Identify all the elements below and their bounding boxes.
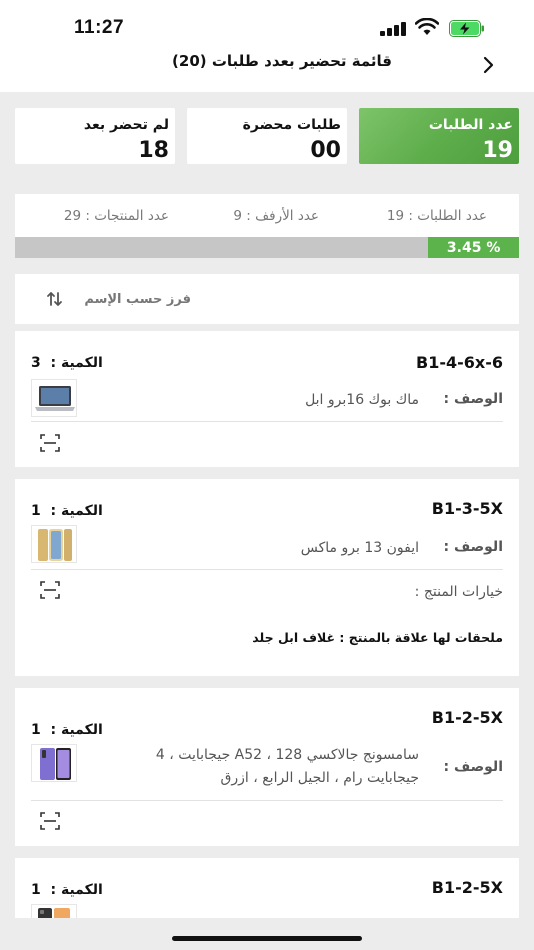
chevron-back-icon[interactable] xyxy=(480,54,498,74)
quantity-value: 1 xyxy=(31,722,41,738)
navigation-bar: قائمة تحضير بعدد طلبات (20) xyxy=(0,50,534,92)
products-count: عدد المنتجات : 29 xyxy=(63,208,169,224)
barcode-scan-icon[interactable] xyxy=(40,434,60,452)
product-card[interactable]: B1-3-5X الكمية : 1 الوصف : ايفون 13 برو … xyxy=(15,479,519,676)
cellular-signal-icon xyxy=(380,22,408,36)
wifi-icon xyxy=(415,18,439,35)
product-quantity: الكمية : 1 xyxy=(31,503,103,519)
product-card[interactable]: B1-2-5X الكمية : 1 xyxy=(15,858,519,918)
sort-label: فرز حسب الإسم xyxy=(84,292,191,307)
product-description: ايفون 13 برو ماكس xyxy=(300,540,419,556)
barcode-scan-icon[interactable] xyxy=(40,581,60,599)
description-label: الوصف : xyxy=(443,759,503,775)
stat-value: 00 xyxy=(310,138,341,163)
product-thumbnail-galaxy[interactable] xyxy=(31,744,77,782)
description-label: الوصف : xyxy=(443,391,503,407)
product-quantity: الكمية : 1 xyxy=(31,882,103,898)
stat-card-not-prepared[interactable]: لم تحضر بعد 18 xyxy=(15,108,175,164)
product-quantity: الكمية : 3 xyxy=(31,355,103,371)
stat-value: 19 xyxy=(482,138,513,163)
product-options-label: خيارات المنتج : xyxy=(414,584,503,600)
stat-label: طلبات محضرة xyxy=(242,117,341,133)
orders-count: عدد الطلبات : 19 xyxy=(386,208,487,224)
quantity-label: الكمية : xyxy=(50,722,103,738)
galaxy-phone-icon xyxy=(40,748,71,780)
shelves-count: عدد الأرفف : 9 xyxy=(233,208,319,224)
product-card[interactable]: B1-4-6x-6 الكمية : 3 الوصف : ماك بوك 16ب… xyxy=(15,331,519,467)
stat-label: لم تحضر بعد xyxy=(83,117,169,133)
divider xyxy=(31,421,503,422)
stat-card-prepared-orders[interactable]: طلبات محضرة 00 xyxy=(187,108,347,164)
stat-value: 18 xyxy=(138,138,169,163)
barcode-scan-icon[interactable] xyxy=(40,812,60,830)
divider xyxy=(31,569,503,570)
phone-icon xyxy=(38,908,70,918)
progress-bar: % 3.45 xyxy=(15,237,519,258)
quantity-label: الكمية : xyxy=(50,503,103,519)
product-thumbnail-iphone[interactable] xyxy=(31,525,77,563)
laptop-icon xyxy=(35,386,75,411)
divider xyxy=(31,800,503,801)
quantity-label: الكمية : xyxy=(50,882,103,898)
product-code: B1-2-5X xyxy=(431,708,503,727)
battery-charging-icon xyxy=(449,20,484,37)
summary-panel: عدد الطلبات : 19 عدد الأرفف : 9 عدد المن… xyxy=(15,194,519,258)
status-bar: 11:27 xyxy=(0,0,534,50)
progress-text: % 3.45 xyxy=(446,239,501,256)
quantity-value: 3 xyxy=(31,355,41,371)
product-thumbnail-phone[interactable] xyxy=(31,904,77,918)
product-accessories: ملحقات لها علاقة بالمنتج : غلاف ابل جلد xyxy=(252,630,503,645)
product-card[interactable]: B1-2-5X الكمية : 1 الوصف : سامسونج جالاك… xyxy=(15,688,519,846)
product-thumbnail-laptop[interactable] xyxy=(31,379,77,417)
stat-card-total-orders[interactable]: عدد الطلبات 19 xyxy=(359,108,519,164)
home-indicator xyxy=(172,936,362,941)
sort-bar[interactable]: فرز حسب الإسم xyxy=(15,274,519,324)
product-quantity: الكمية : 1 xyxy=(31,722,103,738)
page-title: قائمة تحضير بعدد طلبات (20) xyxy=(172,52,392,70)
iphone-icon xyxy=(38,529,72,561)
product-description: سامسونج جالاكسي A52 ، 128 جيجابايت ، 4 ج… xyxy=(155,747,419,786)
product-code: B1-3-5X xyxy=(431,499,503,518)
stat-label: عدد الطلبات xyxy=(428,117,513,133)
quantity-value: 1 xyxy=(31,503,41,519)
product-description: ماك بوك 16برو ابل xyxy=(305,392,419,408)
quantity-label: الكمية : xyxy=(50,355,103,371)
progress-fill: % 3.45 xyxy=(428,237,519,258)
product-code: B1-4-6x-6 xyxy=(416,353,503,372)
status-time: 11:27 xyxy=(74,17,125,38)
product-code: B1-2-5X xyxy=(431,878,503,897)
sort-icon[interactable] xyxy=(47,291,63,307)
description-label: الوصف : xyxy=(443,539,503,555)
quantity-value: 1 xyxy=(31,882,41,898)
